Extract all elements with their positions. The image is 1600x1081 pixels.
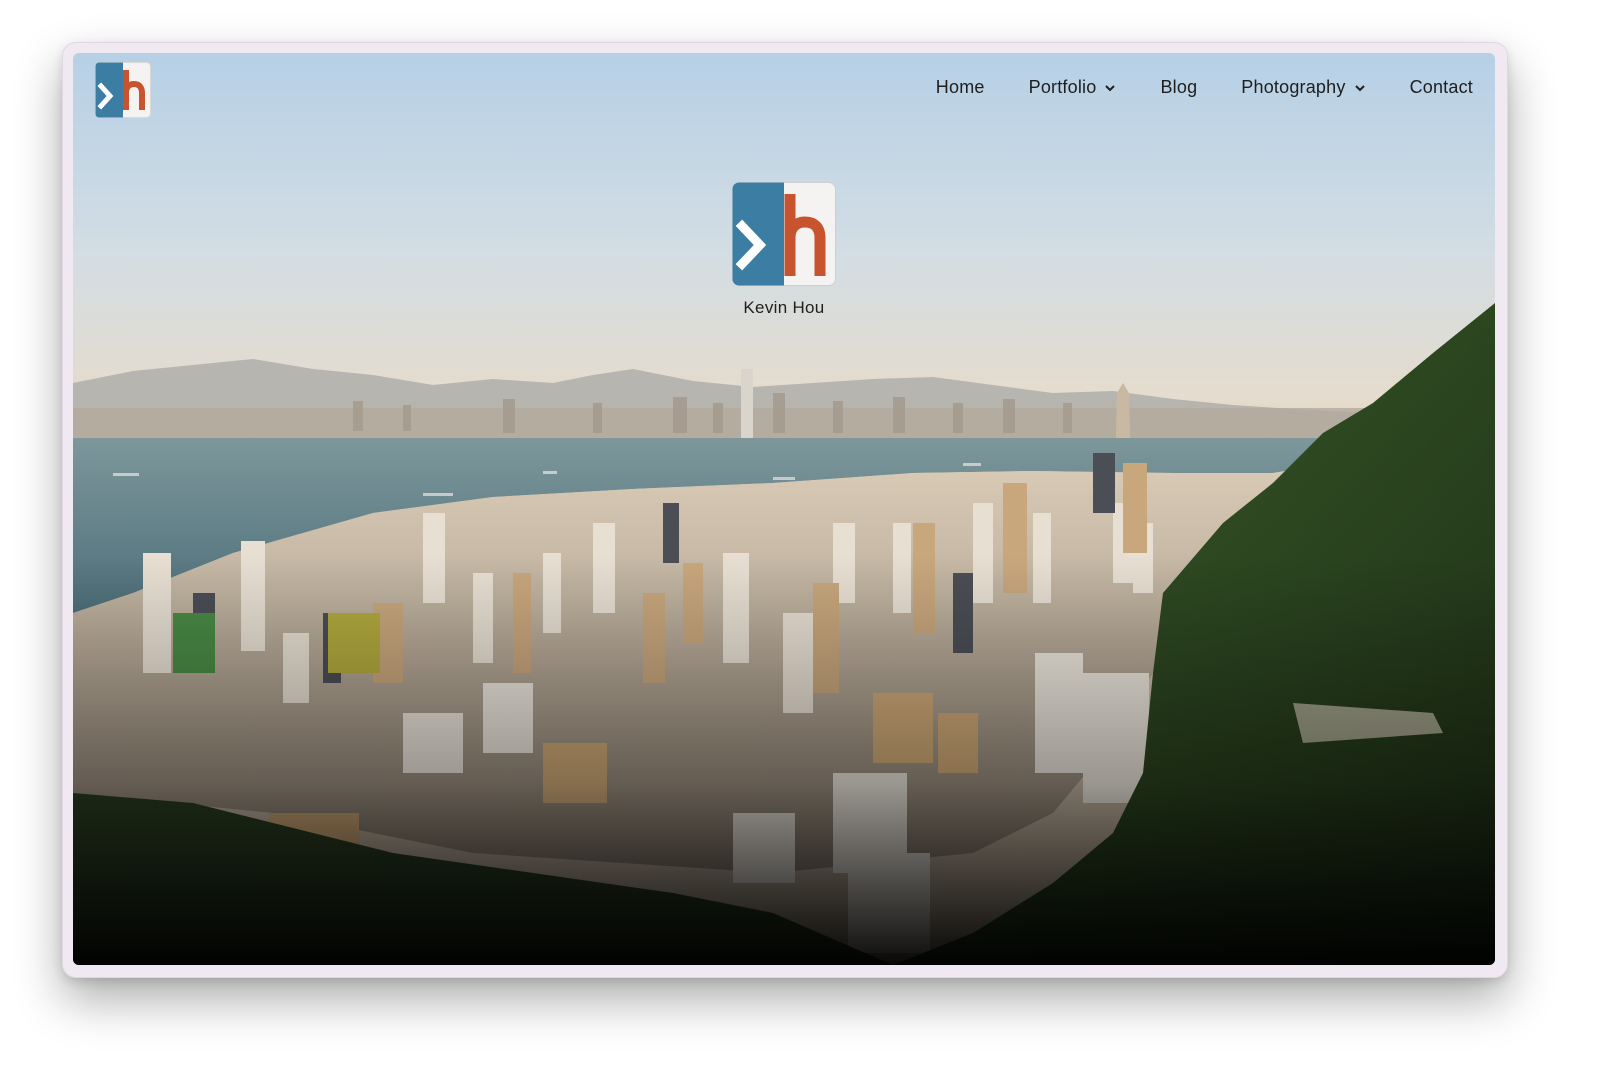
kh-logo-icon[interactable]	[95, 62, 151, 118]
kh-logo-icon[interactable]	[732, 182, 836, 286]
nav-item-portfolio[interactable]: Portfolio	[1029, 77, 1117, 98]
site-name: Kevin Hou	[743, 298, 825, 317]
top-navbar: Home Portfolio Blog Photography Contact	[73, 53, 1495, 133]
hero-brand: Kevin Hou	[732, 182, 836, 318]
nav-item-label: Portfolio	[1028, 77, 1097, 97]
nav-item-contact[interactable]: Contact	[1410, 77, 1473, 98]
nav-item-label: Blog	[1160, 77, 1198, 97]
nav-item-home[interactable]: Home	[936, 77, 985, 98]
nav-item-blog[interactable]: Blog	[1160, 77, 1197, 98]
page-viewport: Home Portfolio Blog Photography Contact …	[73, 53, 1495, 965]
main-nav-menu: Home Portfolio Blog Photography Contact	[936, 77, 1473, 98]
nav-item-label: Photography	[1241, 77, 1346, 97]
chevron-down-icon	[1354, 84, 1365, 91]
browser-window-frame: Home Portfolio Blog Photography Contact …	[62, 42, 1508, 978]
nav-item-label: Contact	[1409, 77, 1473, 97]
nav-item-label: Home	[935, 77, 985, 97]
nav-item-photography[interactable]: Photography	[1241, 77, 1365, 98]
chevron-down-icon	[1105, 84, 1116, 91]
